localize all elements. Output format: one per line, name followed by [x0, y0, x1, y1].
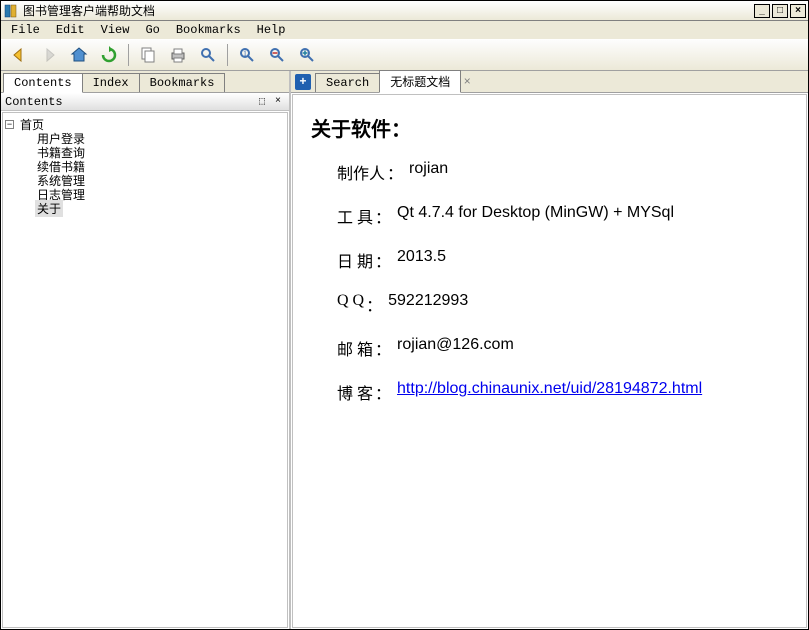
blog-link[interactable]: http://blog.chinaunix.net/uid/28194872.h… — [397, 380, 702, 404]
minimize-button[interactable]: _ — [754, 4, 770, 18]
close-window-button[interactable]: × — [790, 4, 806, 18]
tree-item-label[interactable]: 关于 — [35, 200, 63, 217]
find-button[interactable] — [194, 42, 222, 68]
left-panel: Contents Index Bookmarks Contents ⬚ × − … — [1, 71, 291, 629]
window-title: 图书管理客户端帮助文档 — [23, 2, 754, 19]
tab-bookmarks[interactable]: Bookmarks — [139, 73, 226, 92]
info-row: 日 期：2013.5 — [337, 248, 788, 272]
info-separator: ： — [387, 160, 403, 184]
title-bar: 图书管理客户端帮助文档 _ □ × — [1, 1, 808, 21]
toolbar: 1 — [1, 39, 808, 71]
menu-view[interactable]: View — [95, 22, 136, 38]
svg-text:1: 1 — [243, 49, 247, 58]
home-button[interactable] — [65, 42, 93, 68]
panel-header-title: Contents — [5, 95, 253, 109]
menu-go[interactable]: Go — [139, 22, 165, 38]
info-label: 工 具 — [337, 204, 373, 228]
workspace: Contents Index Bookmarks Contents ⬚ × − … — [1, 71, 808, 629]
tab-untitled[interactable]: 无标题文档 — [379, 70, 461, 93]
info-label: 日 期 — [337, 248, 373, 272]
menu-bar: File Edit View Go Bookmarks Help — [1, 21, 808, 39]
maximize-button[interactable]: □ — [772, 4, 788, 18]
info-separator: ： — [375, 248, 391, 272]
info-value: 592212993 — [388, 292, 468, 316]
info-row: 制作人：rojian — [337, 160, 788, 184]
collapse-icon[interactable]: − — [5, 120, 14, 129]
close-tab-icon[interactable]: × — [460, 75, 474, 89]
tab-search[interactable]: Search — [315, 73, 380, 92]
info-row: 博 客：http://blog.chinaunix.net/uid/281948… — [337, 380, 788, 404]
info-row: 工 具：Qt 4.7.4 for Desktop (MinGW) + MYSql — [337, 204, 788, 228]
dock-icon[interactable]: ⬚ — [255, 96, 269, 108]
left-panel-header: Contents ⬚ × — [1, 93, 289, 111]
menu-help[interactable]: Help — [251, 22, 292, 38]
right-panel: + Search 无标题文档 × 关于软件： 制作人：rojian工 具：Qt … — [291, 71, 808, 629]
info-label: 制作人 — [337, 160, 385, 184]
document-content: 关于软件： 制作人：rojian工 具：Qt 4.7.4 for Desktop… — [292, 94, 807, 628]
forward-button[interactable] — [35, 42, 63, 68]
toolbar-separator — [128, 44, 129, 66]
right-tab-row: + Search 无标题文档 × — [291, 71, 808, 93]
menu-bookmarks[interactable]: Bookmarks — [170, 22, 247, 38]
info-value: 2013.5 — [397, 248, 446, 272]
zoom-reset-button[interactable]: 1 — [233, 42, 261, 68]
tab-contents[interactable]: Contents — [3, 73, 83, 93]
info-value: rojian@126.com — [397, 336, 514, 360]
info-label: 邮 箱 — [337, 336, 373, 360]
info-separator: ： — [375, 380, 391, 404]
info-label: 博 客 — [337, 380, 373, 404]
info-value: rojian — [409, 160, 448, 184]
close-panel-icon[interactable]: × — [271, 96, 285, 108]
tab-index[interactable]: Index — [82, 73, 140, 92]
left-tab-row: Contents Index Bookmarks — [1, 71, 289, 93]
info-row: Q Q ：592212993 — [337, 292, 788, 316]
copy-button[interactable] — [134, 42, 162, 68]
print-button[interactable] — [164, 42, 192, 68]
back-button[interactable] — [5, 42, 33, 68]
info-row: 邮 箱：rojian@126.com — [337, 336, 788, 360]
toolbar-separator — [227, 44, 228, 66]
menu-edit[interactable]: Edit — [50, 22, 91, 38]
info-label: Q Q — [337, 292, 364, 316]
info-separator: ： — [375, 204, 391, 228]
zoom-in-button[interactable] — [293, 42, 321, 68]
reload-button[interactable] — [95, 42, 123, 68]
content-heading: 关于软件： — [311, 113, 788, 142]
info-value: Qt 4.7.4 for Desktop (MinGW) + MYSql — [397, 204, 674, 228]
info-separator: ： — [375, 336, 391, 360]
menu-file[interactable]: File — [5, 22, 46, 38]
app-icon — [3, 3, 19, 19]
zoom-out-button[interactable] — [263, 42, 291, 68]
info-separator: ： — [366, 292, 382, 316]
tree-item[interactable]: 关于 — [5, 201, 285, 215]
contents-tree[interactable]: − 首页 用户登录书籍查询续借书籍系统管理日志管理关于 — [2, 112, 288, 628]
new-tab-button[interactable]: + — [295, 74, 311, 90]
